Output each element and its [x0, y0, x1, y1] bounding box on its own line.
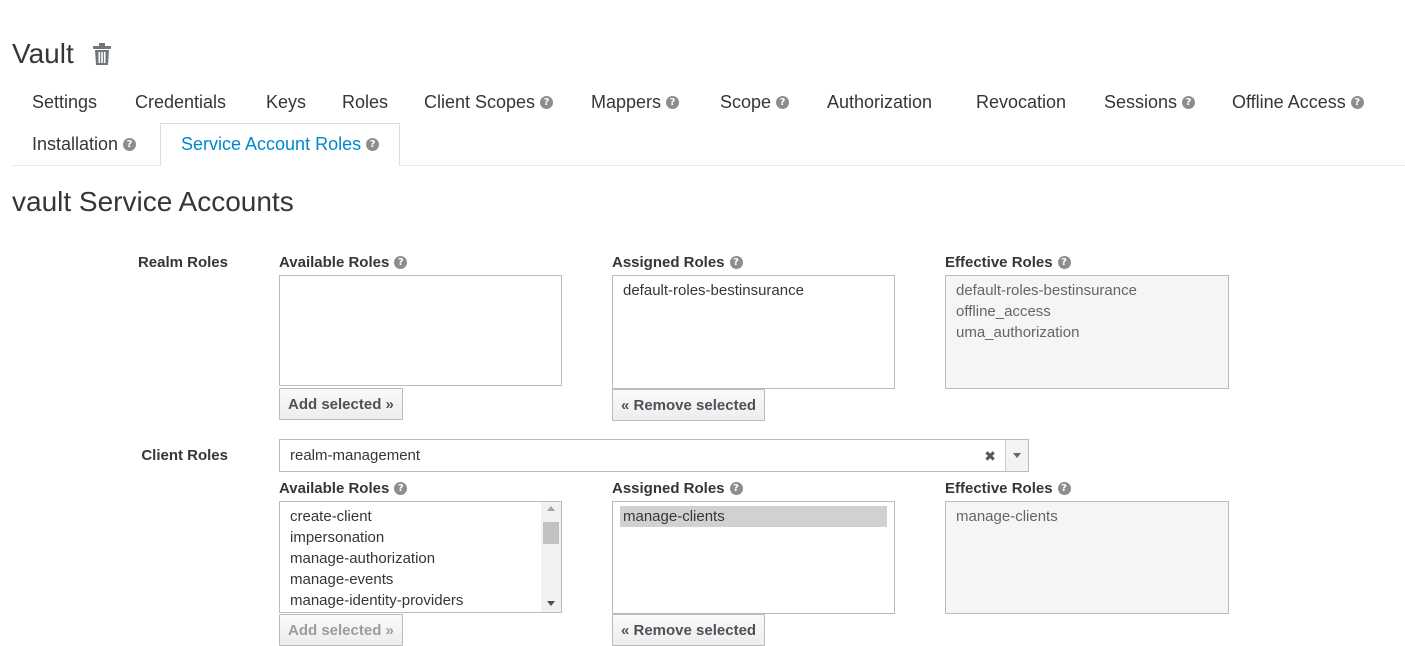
label-text: Available Roles	[279, 254, 390, 271]
list-item[interactable]: manage-authorization	[280, 548, 561, 569]
page-header: Vault	[12, 34, 112, 74]
help-icon[interactable]: ?	[123, 138, 137, 151]
tab-mappers[interactable]: Mappers?	[571, 82, 699, 123]
tab-label: Keys	[266, 92, 307, 112]
realm-effective-roles-label: Effective Roles?	[945, 254, 1071, 271]
scroll-thumb[interactable]	[543, 522, 559, 544]
tab-label: Scope	[720, 92, 772, 112]
section-title: vault Service Accounts	[12, 186, 294, 217]
client-select[interactable]: realm-management ✖	[279, 439, 1029, 472]
realm-assigned-roles-list[interactable]: default-roles-bestinsurance	[612, 275, 895, 389]
label-text: Assigned Roles	[612, 254, 725, 271]
list-item[interactable]: default-roles-bestinsurance	[613, 280, 894, 301]
realm-available-roles-label: Available Roles?	[279, 254, 408, 271]
clear-icon[interactable]: ✖	[984, 448, 996, 465]
tab-credentials[interactable]: Credentials	[115, 82, 246, 123]
realm-available-roles-list[interactable]	[279, 275, 562, 386]
realm-effective-roles-list: default-roles-bestinsurance offline_acce…	[945, 275, 1229, 389]
tab-label: Sessions	[1104, 92, 1178, 112]
help-icon[interactable]: ?	[666, 96, 680, 109]
client-roles-label: Client Roles	[141, 447, 228, 464]
tab-revocation[interactable]: Revocation	[956, 82, 1086, 123]
list-item: manage-clients	[956, 508, 1058, 525]
list-item[interactable]: manage-identity-providers	[280, 590, 561, 611]
help-icon[interactable]: ?	[776, 96, 790, 109]
help-icon[interactable]: ?	[729, 482, 743, 495]
tab-service-account-roles[interactable]: Service Account Roles?	[160, 123, 401, 166]
list-item[interactable]: create-client	[280, 506, 561, 527]
help-icon[interactable]: ?	[729, 256, 743, 269]
tab-label: Roles	[342, 92, 389, 112]
page-title: Vault	[12, 38, 74, 69]
realm-remove-selected-button[interactable]: « Remove selected	[612, 389, 766, 421]
scroll-up-icon[interactable]	[547, 506, 555, 511]
tab-label: Client Scopes	[424, 92, 536, 112]
list-item: default-roles-bestinsurance	[956, 282, 1137, 299]
client-select-value: realm-management	[290, 447, 421, 464]
realm-add-selected-button[interactable]: Add selected »	[279, 388, 403, 420]
client-effective-roles-label: Effective Roles?	[945, 480, 1071, 497]
chevron-down-icon[interactable]	[1005, 440, 1028, 471]
client-assigned-roles-list[interactable]: manage-clients	[612, 501, 895, 614]
tab-client-scopes[interactable]: Client Scopes?	[404, 82, 573, 123]
help-icon[interactable]: ?	[394, 256, 408, 269]
tab-offline-access[interactable]: Offline Access?	[1212, 82, 1384, 123]
list-item[interactable]: manage-events	[280, 569, 561, 590]
help-icon[interactable]: ?	[1182, 96, 1196, 109]
tab-roles[interactable]: Roles	[322, 82, 408, 123]
tab-scope[interactable]: Scope?	[700, 82, 809, 123]
list-item: uma_authorization	[956, 324, 1080, 341]
help-icon[interactable]: ?	[1057, 256, 1071, 269]
label-text: Effective Roles	[945, 480, 1053, 497]
help-icon[interactable]: ?	[540, 96, 554, 109]
realm-assigned-roles-label: Assigned Roles?	[612, 254, 743, 271]
label-text: Available Roles	[279, 480, 390, 497]
tab-label: Credentials	[135, 92, 227, 112]
scrollbar[interactable]	[541, 502, 561, 612]
tab-label: Offline Access	[1232, 92, 1346, 112]
client-assigned-roles-label: Assigned Roles?	[612, 480, 743, 497]
list-item[interactable]: manage-clients	[620, 506, 887, 527]
tab-keys[interactable]: Keys	[246, 82, 326, 123]
list-item: offline_access	[956, 303, 1051, 320]
client-tabs: Settings Credentials Keys Roles Client S…	[12, 82, 1405, 166]
tab-label: Revocation	[976, 92, 1067, 112]
realm-roles-label: Realm Roles	[137, 254, 228, 271]
tab-label: Service Account Roles	[181, 134, 362, 154]
client-available-roles-list[interactable]: create-client impersonation manage-autho…	[279, 501, 562, 613]
client-remove-selected-button[interactable]: « Remove selected	[612, 614, 766, 646]
label-text: Assigned Roles	[612, 480, 725, 497]
tab-installation[interactable]: Installation?	[12, 124, 156, 165]
client-add-selected-button[interactable]: Add selected »	[279, 614, 403, 646]
tab-label: Settings	[32, 92, 98, 112]
label-text: Effective Roles	[945, 254, 1053, 271]
help-icon[interactable]: ?	[394, 482, 408, 495]
help-icon[interactable]: ?	[1350, 96, 1364, 109]
client-available-roles-label: Available Roles?	[279, 480, 408, 497]
tab-authorization[interactable]: Authorization	[807, 82, 952, 123]
tab-sessions[interactable]: Sessions?	[1084, 82, 1215, 123]
help-icon[interactable]: ?	[366, 138, 380, 151]
list-item[interactable]: impersonation	[280, 527, 561, 548]
client-effective-roles-list: manage-clients	[945, 501, 1229, 614]
tab-label: Mappers	[591, 92, 662, 112]
trash-icon[interactable]	[92, 42, 112, 66]
scroll-down-icon[interactable]	[547, 601, 555, 606]
help-icon[interactable]: ?	[1057, 482, 1071, 495]
tab-label: Installation	[32, 134, 119, 154]
tab-settings[interactable]: Settings	[12, 82, 117, 123]
tab-label: Authorization	[827, 92, 933, 112]
